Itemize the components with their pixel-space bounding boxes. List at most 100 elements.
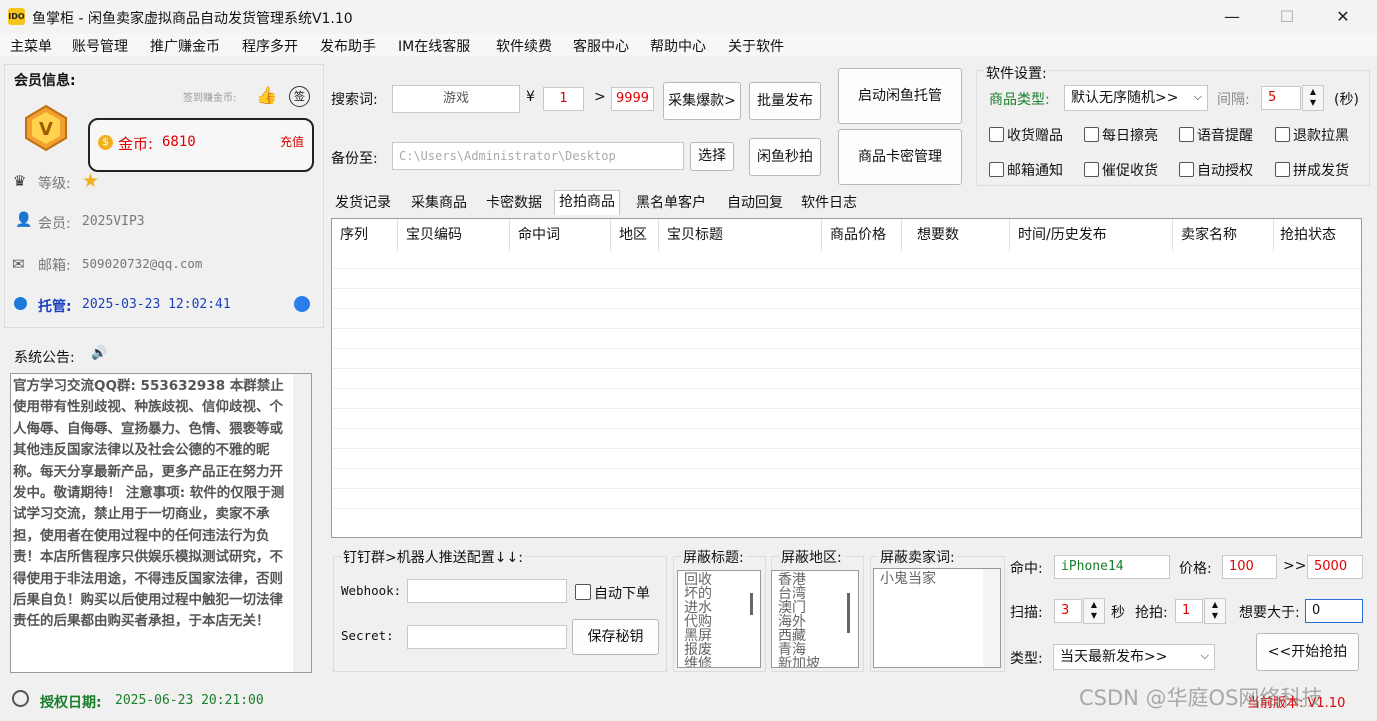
list-item[interactable]: 黑屏: [684, 629, 712, 643]
list-item[interactable]: 海外: [778, 615, 806, 629]
secret-input[interactable]: [407, 625, 567, 649]
column-header[interactable]: 序列: [332, 219, 398, 251]
notice-scrollbar[interactable]: [293, 374, 311, 672]
price-max-input[interactable]: 9999: [611, 87, 654, 111]
scan-stepper[interactable]: ▲ ▼: [1083, 598, 1105, 624]
menu-publish-helper[interactable]: 发布助手: [320, 36, 376, 56]
list-item[interactable]: 代购: [684, 615, 712, 629]
menu-help[interactable]: 帮助中心: [650, 36, 706, 56]
scan-input[interactable]: 3: [1054, 599, 1082, 623]
block-seller-list[interactable]: 小鬼当家: [873, 568, 1001, 668]
snipe-type-select[interactable]: 当天最新发布>> ⌵: [1053, 644, 1215, 670]
card-manage-button[interactable]: 商品卡密管理: [838, 129, 962, 185]
checkbox-box[interactable]: [989, 162, 1004, 177]
list-scrollbar[interactable]: [750, 593, 753, 615]
column-header[interactable]: 宝贝标题: [659, 219, 822, 251]
checkbox-box[interactable]: [1275, 127, 1290, 142]
checkbox-group-ship[interactable]: 拼成发货: [1275, 160, 1349, 180]
column-header[interactable]: 抢拍状态: [1272, 219, 1361, 251]
tab-collected-products[interactable]: 采集商品: [407, 192, 471, 214]
thumbs-up-icon[interactable]: 👍: [256, 86, 277, 106]
snipe-price-min-input[interactable]: 100: [1222, 555, 1277, 579]
checkbox-polish[interactable]: 每日擦亮: [1084, 125, 1158, 145]
webhook-input[interactable]: [407, 579, 567, 603]
list-item[interactable]: 台湾: [778, 587, 806, 601]
list-scrollbar[interactable]: [847, 593, 850, 633]
list-item[interactable]: 青海: [778, 643, 806, 657]
column-header[interactable]: 地区: [611, 219, 659, 251]
list-item[interactable]: 香港: [778, 573, 806, 587]
save-secret-button[interactable]: 保存秘钥: [572, 619, 659, 655]
checkbox-box[interactable]: [1179, 162, 1194, 177]
list-item[interactable]: 维修: [684, 657, 712, 667]
refresh-icon[interactable]: [294, 296, 310, 312]
maximize-button[interactable]: ☐: [1264, 0, 1310, 34]
tab-blacklist[interactable]: 黑名单客户: [632, 192, 710, 214]
checkbox-urge[interactable]: 催促收货: [1084, 160, 1158, 180]
auto-order-checkbox[interactable]: 自动下单: [575, 583, 650, 603]
batch-publish-button[interactable]: 批量发布: [749, 82, 821, 120]
checkbox-gift[interactable]: 收货赠品: [989, 125, 1063, 145]
column-header[interactable]: 时间/历史发布: [1010, 219, 1173, 251]
choose-button[interactable]: 选择: [690, 142, 734, 171]
close-button[interactable]: ✕: [1320, 0, 1366, 34]
menu-renew[interactable]: 软件续费: [496, 36, 552, 56]
checkbox-refund-block[interactable]: 退款拉黑: [1275, 125, 1349, 145]
menu-service-center[interactable]: 客服中心: [573, 36, 629, 56]
menu-multi-open[interactable]: 程序多开: [242, 36, 298, 56]
menu-promote[interactable]: 推广赚金币: [150, 36, 220, 56]
speaker-icon[interactable]: 🔊: [91, 346, 107, 361]
menu-about[interactable]: 关于软件: [728, 36, 784, 56]
checkbox-voice[interactable]: 语音提醒: [1179, 125, 1253, 145]
list-item[interactable]: 澳门: [778, 601, 806, 615]
list-item[interactable]: 西藏: [778, 629, 806, 643]
checkbox-box[interactable]: [1179, 127, 1194, 142]
minimize-button[interactable]: —: [1209, 0, 1255, 34]
list-item[interactable]: 坏的: [684, 587, 712, 601]
keyword-input[interactable]: 游戏: [392, 85, 520, 113]
column-header[interactable]: 命中词: [510, 219, 611, 251]
column-header[interactable]: 卖家名称: [1173, 219, 1274, 251]
tab-software-log[interactable]: 软件日志: [797, 192, 861, 214]
snipe-table[interactable]: 序列 宝贝编码 命中词 地区 宝贝标题 商品价格 想要数 时间/历史发布 卖家名…: [331, 218, 1362, 538]
checkbox-box[interactable]: [575, 584, 591, 600]
interval-input[interactable]: 5: [1261, 86, 1301, 110]
hit-input[interactable]: iPhone14: [1054, 555, 1170, 579]
block-title-list[interactable]: 回收 坏的 进水 代购 黑屏 报废 维修: [677, 570, 761, 668]
checkbox-auto-auth[interactable]: 自动授权: [1179, 160, 1253, 180]
tab-shipping-records[interactable]: 发货记录: [331, 192, 395, 214]
product-type-select[interactable]: 默认无序随机>> ⌵: [1064, 85, 1208, 111]
tab-snipe-products[interactable]: 抢拍商品: [554, 190, 620, 215]
seller-list-scrollbar[interactable]: [983, 569, 1000, 667]
column-header[interactable]: 商品价格: [822, 219, 902, 251]
start-hosting-button[interactable]: 启动闲鱼托管: [838, 68, 962, 124]
checkbox-box[interactable]: [989, 127, 1004, 142]
menu-account[interactable]: 账号管理: [72, 36, 128, 56]
column-header[interactable]: 宝贝编码: [398, 219, 510, 251]
notice-box[interactable]: 官方学习交流QQ群: 553632938 本群禁止使用带有性别歧视、种族歧视、信…: [10, 373, 312, 673]
checkbox-email-notify[interactable]: 邮箱通知: [989, 160, 1063, 180]
list-item[interactable]: 报废: [684, 643, 712, 657]
checkbox-box[interactable]: [1275, 162, 1290, 177]
want-input[interactable]: 0: [1305, 599, 1363, 623]
block-region-list[interactable]: 香港 台湾 澳门 海外 西藏 青海 新加坡: [771, 570, 859, 668]
menu-im-service[interactable]: IM在线客服: [398, 36, 470, 56]
interval-stepper[interactable]: ▲ ▼: [1302, 85, 1324, 111]
recharge-link[interactable]: 充值: [280, 133, 304, 150]
checkbox-box[interactable]: [1084, 127, 1099, 142]
price-min-input[interactable]: 1: [543, 87, 584, 111]
start-snipe-button[interactable]: <<开始抢拍: [1256, 633, 1359, 671]
list-item[interactable]: 新加坡: [778, 657, 820, 667]
column-header[interactable]: 想要数: [909, 219, 1010, 251]
backup-path-input[interactable]: C:\Users\Administrator\Desktop: [392, 142, 684, 170]
flash-snipe-button[interactable]: 闲鱼秒拍: [749, 138, 821, 176]
tab-auto-reply[interactable]: 自动回复: [723, 192, 787, 214]
grab-stepper[interactable]: ▲ ▼: [1204, 598, 1226, 624]
sign-in-icon[interactable]: 签: [289, 86, 310, 107]
snipe-price-max-input[interactable]: 5000: [1307, 555, 1363, 579]
list-item[interactable]: 回收: [684, 573, 712, 587]
grab-input[interactable]: 1: [1175, 599, 1203, 623]
collect-hot-button[interactable]: 采集爆款>: [663, 82, 741, 120]
tab-card-data[interactable]: 卡密数据: [482, 192, 546, 214]
list-item[interactable]: 小鬼当家: [880, 572, 936, 586]
